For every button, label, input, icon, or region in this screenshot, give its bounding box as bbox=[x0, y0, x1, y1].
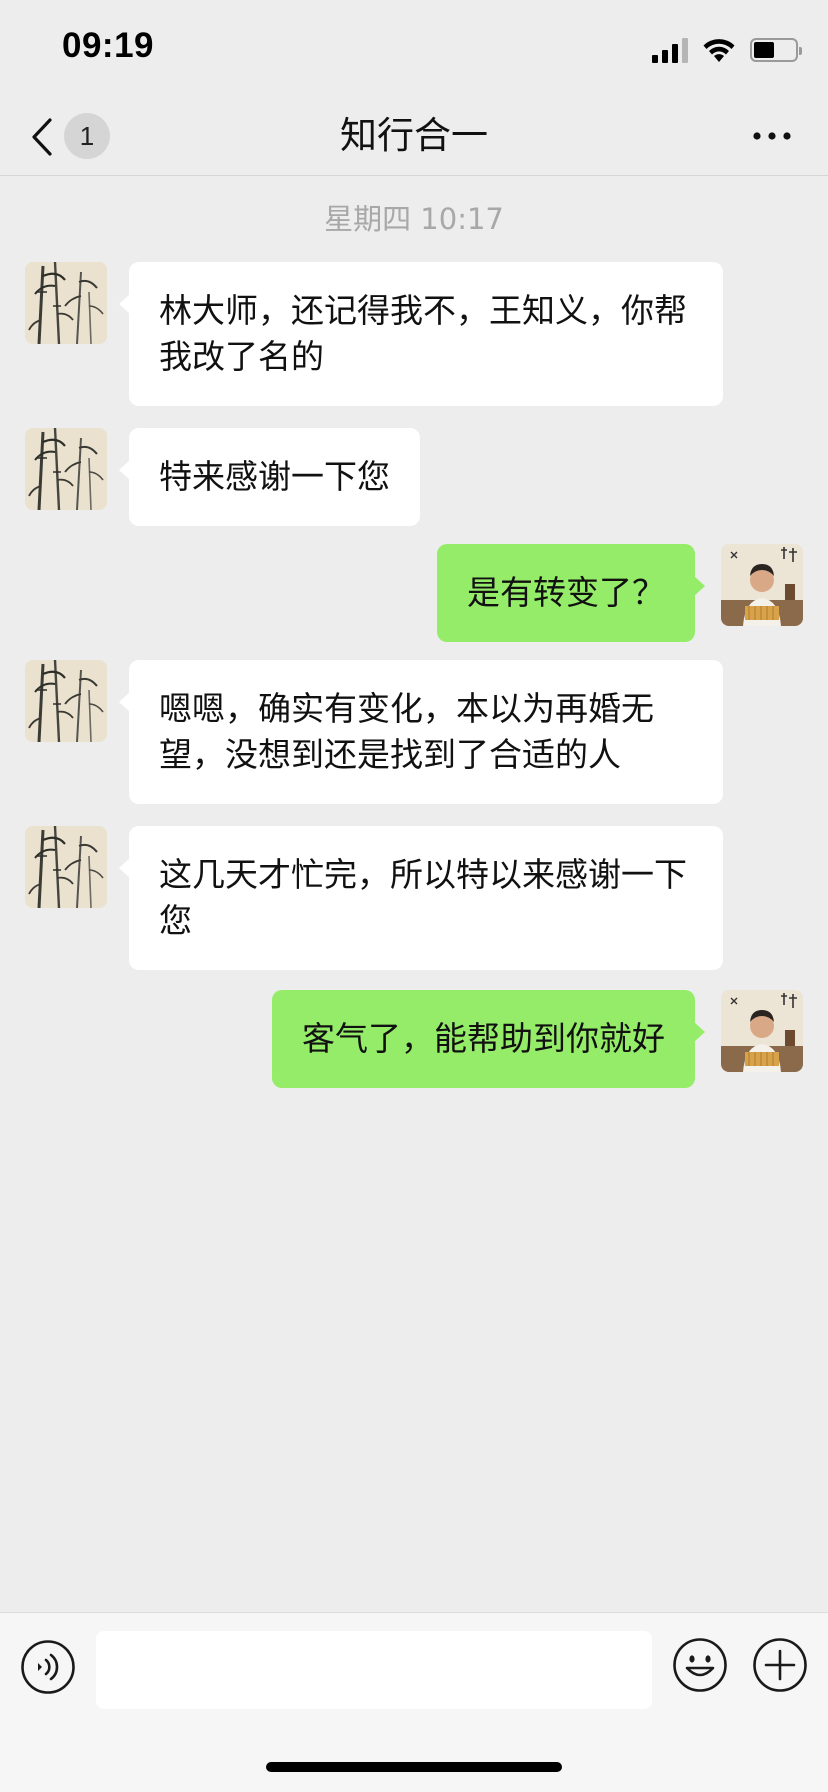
contact-avatar[interactable] bbox=[25, 428, 107, 510]
self-avatar[interactable] bbox=[721, 544, 803, 626]
message-bubble[interactable]: 这几天才忙完，所以特以来感谢一下您 bbox=[119, 826, 723, 970]
voice-button[interactable] bbox=[20, 1639, 76, 1695]
message-bubble[interactable]: 特来感谢一下您 bbox=[119, 428, 420, 526]
ellipsis-icon bbox=[753, 132, 791, 140]
voice-icon bbox=[21, 1640, 75, 1694]
chat-title: 知行合一 bbox=[340, 114, 488, 157]
signal-icon bbox=[652, 37, 688, 63]
contact-avatar[interactable] bbox=[25, 262, 107, 344]
more-button[interactable] bbox=[752, 122, 792, 150]
battery-level bbox=[754, 42, 774, 58]
message-bubble[interactable]: 嗯嗯，确实有变化，本以为再婚无望，没想到还是找到了合适的人 bbox=[119, 660, 723, 804]
emoji-icon bbox=[673, 1638, 727, 1692]
plus-icon bbox=[753, 1638, 807, 1692]
self-avatar[interactable] bbox=[721, 990, 803, 1072]
status-time: 09:19 bbox=[62, 26, 155, 65]
contact-avatar[interactable] bbox=[25, 826, 107, 908]
contact-avatar[interactable] bbox=[25, 660, 107, 742]
emoji-button[interactable] bbox=[672, 1637, 728, 1693]
plus-button[interactable] bbox=[752, 1637, 808, 1693]
message-bubble[interactable]: 林大师，还记得我不，王知义，你帮我改了名的 bbox=[119, 262, 723, 406]
status-icons bbox=[652, 30, 802, 70]
wifi-icon bbox=[703, 39, 735, 62]
battery-icon bbox=[750, 38, 802, 62]
chat-header: 1 知行合一 bbox=[0, 96, 828, 176]
status-bar: 09:19 bbox=[0, 0, 828, 96]
chat-timestamp: 星期四 10:17 bbox=[324, 202, 504, 236]
message-bubble[interactable]: 是有转变了？ bbox=[437, 544, 705, 642]
message-input[interactable] bbox=[96, 1631, 652, 1709]
home-indicator[interactable] bbox=[266, 1762, 562, 1772]
message-bubble[interactable]: 客气了，能帮助到你就好 bbox=[272, 990, 705, 1088]
